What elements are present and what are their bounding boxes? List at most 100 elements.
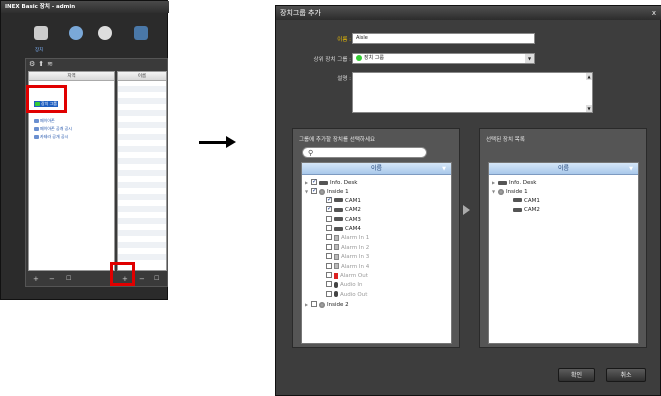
list-row[interactable] xyxy=(118,170,166,176)
device-icon[interactable] xyxy=(34,26,48,40)
close-icon[interactable]: x xyxy=(652,6,656,20)
checkbox[interactable] xyxy=(326,290,332,297)
group-icon xyxy=(319,188,325,195)
group-icon xyxy=(498,188,504,195)
ok-button[interactable]: 확인 xyxy=(558,368,595,382)
tree-item[interactable]: 페이아존 xyxy=(34,118,55,124)
name-label: 이름 : xyxy=(337,37,351,43)
checkbox[interactable] xyxy=(311,301,317,308)
device-icon xyxy=(34,135,39,139)
gear-icon[interactable]: ⚙ xyxy=(29,60,38,68)
tree-row[interactable]: ▶ Inside 2 xyxy=(305,300,349,309)
selected-devices-group: 선택된 장치 목록 이름 ▼ ▶ Info. Desk ▼ Inside 1 CAM1 C… xyxy=(479,128,647,348)
checkbox[interactable] xyxy=(326,204,332,213)
group-icon xyxy=(319,301,325,308)
checkbox[interactable] xyxy=(326,225,332,231)
list-row[interactable] xyxy=(118,98,166,104)
list-row[interactable] xyxy=(118,110,166,116)
checkbox[interactable] xyxy=(326,195,332,204)
checkbox[interactable] xyxy=(326,243,332,250)
list-row[interactable] xyxy=(118,158,166,164)
tree-row[interactable]: Alarm Out xyxy=(320,272,368,281)
tree-row-label: Alarm In 3 xyxy=(341,254,370,261)
checkbox[interactable] xyxy=(326,281,332,288)
tree-row[interactable]: CAM1 xyxy=(507,197,540,206)
tree-row[interactable]: Audio In xyxy=(320,281,363,290)
parent-group-label: 상위 장치 그룹 : xyxy=(313,57,351,63)
list-row[interactable] xyxy=(118,218,166,224)
camera-icon xyxy=(319,180,328,185)
tree-row[interactable]: Alarm In 2 xyxy=(320,243,369,253)
list-row[interactable] xyxy=(118,134,166,140)
scroll-up-icon[interactable]: ▲ xyxy=(586,73,592,80)
checkbox[interactable] xyxy=(326,272,332,278)
list-row[interactable] xyxy=(118,242,166,248)
camera-icon xyxy=(334,226,343,231)
list-edit-button[interactable]: ☐ xyxy=(154,272,159,286)
name-input[interactable]: Aisle xyxy=(352,33,535,44)
app-window: INEX Basic 장치 - admin 장치 ⚙⬆≋ 지역 장치 그룹 페이… xyxy=(0,0,169,300)
tree-row[interactable]: CAM3 xyxy=(320,215,361,225)
tree-row[interactable]: ▼Inside 1 xyxy=(492,187,528,196)
highlight-box-tree xyxy=(26,85,67,113)
upload-icon[interactable]: ⬆ xyxy=(38,60,47,68)
description-textarea[interactable]: ▲ ▼ xyxy=(352,72,593,113)
selected-devices-list: 이름 ▼ ▶ Info. Desk ▼ Inside 1 CAM1 CAM2 xyxy=(488,162,639,344)
tree-row[interactable]: CAM4 xyxy=(320,225,361,234)
search-input[interactable]: ⚲ xyxy=(302,147,427,158)
user-icon[interactable] xyxy=(69,26,83,40)
signal-icon[interactable]: ≋ xyxy=(47,60,56,68)
camera-icon xyxy=(334,217,343,222)
tree-item[interactable]: 카테라 공개 공시 xyxy=(34,134,68,140)
sort-icon[interactable]: ▼ xyxy=(629,163,633,175)
add-group-dialog: 장치그룹 추가 x 이름 : Aisle 상위 장치 그룹 : 장치 그룹 ▼ … xyxy=(275,5,661,396)
checkbox[interactable] xyxy=(326,262,332,269)
parent-group-select[interactable]: 장치 그룹 ▼ xyxy=(352,53,535,64)
list-row[interactable] xyxy=(118,230,166,236)
highlight-box-add xyxy=(110,262,135,286)
camera-icon xyxy=(334,198,343,203)
list-row[interactable] xyxy=(118,206,166,212)
tree-row[interactable]: ▶Info. Desk xyxy=(492,178,536,187)
tree-add-button[interactable]: + xyxy=(33,272,39,286)
checkbox[interactable] xyxy=(326,253,332,260)
tree-row[interactable]: CAM2 xyxy=(507,206,540,215)
cancel-button[interactable]: 취소 xyxy=(606,368,646,382)
tree-row-label: CAM1 xyxy=(524,197,540,204)
checkbox[interactable] xyxy=(326,234,332,241)
chevron-down-icon[interactable]: ▼ xyxy=(525,54,534,63)
tree-item[interactable]: 페이아존 공개 공시 xyxy=(34,126,72,132)
tree-row[interactable]: Audio Out xyxy=(320,290,367,300)
tree-edit-button[interactable]: ☐ xyxy=(66,272,71,286)
panel-toolbar: ⚙⬆≋ xyxy=(26,59,169,70)
move-right-icon[interactable] xyxy=(463,205,470,215)
list-header: 이름 xyxy=(118,72,166,81)
tree-row-label: Info. Desk xyxy=(509,180,537,186)
list-row[interactable] xyxy=(118,182,166,188)
tree-row[interactable]: Alarm In 3 xyxy=(320,253,369,262)
list-row[interactable] xyxy=(118,146,166,152)
sort-icon[interactable]: ▼ xyxy=(442,163,446,175)
layout-icon[interactable] xyxy=(134,26,148,40)
tree-row-label: Info. Desk xyxy=(330,180,358,186)
clock-icon[interactable] xyxy=(98,26,112,40)
checkbox[interactable] xyxy=(311,177,317,186)
tree-row[interactable]: CAM2 xyxy=(320,204,361,215)
tree-row[interactable]: Alarm In 1 xyxy=(320,234,369,243)
tree-row-label: Alarm Out xyxy=(340,273,368,279)
available-devices-list: 이름 ▼ ▶Info. Desk▼Inside 1CAM1CAM2CAM3CAM… xyxy=(301,162,452,344)
checkbox[interactable] xyxy=(311,186,317,195)
alarm-in-icon xyxy=(334,244,339,251)
tree-row[interactable]: Alarm In 4 xyxy=(320,262,369,272)
list-remove-button[interactable]: − xyxy=(139,272,145,286)
checkbox[interactable] xyxy=(326,215,332,222)
list-row[interactable] xyxy=(118,254,166,260)
description-label: 설명 : xyxy=(337,76,351,82)
list-row[interactable] xyxy=(118,194,166,200)
list-row[interactable] xyxy=(118,122,166,128)
scroll-down-icon[interactable]: ▼ xyxy=(586,105,592,112)
search-icon: ⚲ xyxy=(308,149,314,157)
list-row[interactable] xyxy=(118,86,166,92)
audio-out-icon xyxy=(334,291,338,298)
tree-remove-button[interactable]: − xyxy=(49,272,55,286)
